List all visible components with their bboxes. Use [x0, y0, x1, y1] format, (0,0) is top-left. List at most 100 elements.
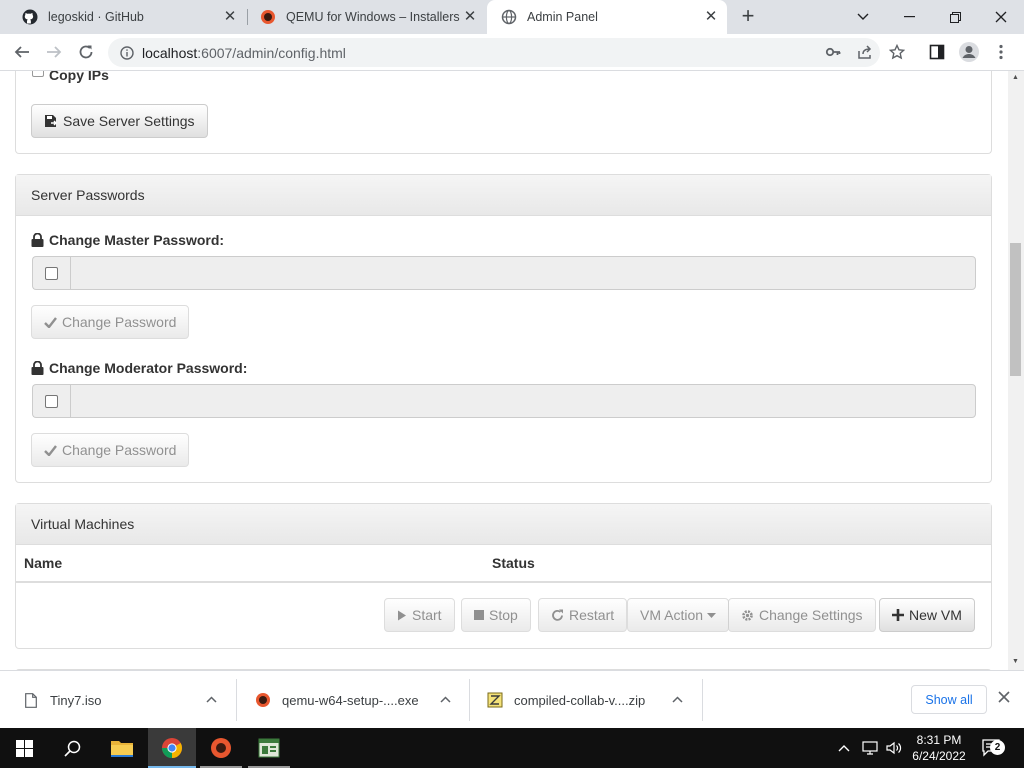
download-item[interactable]: Tiny7.iso: [22, 679, 232, 721]
column-header-name[interactable]: Name: [24, 555, 62, 571]
browser-toolbar: localhost:6007/admin/config.html: [0, 34, 1024, 71]
moderator-password-field[interactable]: [70, 384, 976, 418]
scroll-up-icon[interactable]: ▲: [1012, 74, 1019, 81]
save-server-settings-button[interactable]: Save Server Settings: [31, 104, 208, 138]
tab-search-icon[interactable]: [840, 0, 886, 34]
close-tab-icon[interactable]: ✕: [462, 9, 478, 25]
virtual-machines-panel: Virtual Machines Name Status Start Stop …: [15, 503, 992, 649]
bookmark-star-icon[interactable]: [884, 39, 910, 65]
new-vm-button[interactable]: New VM: [879, 598, 975, 632]
scroll-down-icon[interactable]: ▼: [1012, 658, 1019, 665]
download-item[interactable]: qemu-w64-setup-....exe: [254, 679, 464, 721]
forward-icon[interactable]: [41, 39, 67, 65]
minimize-icon[interactable]: [886, 0, 932, 34]
tab-admin-panel[interactable]: Admin Panel ✕: [487, 0, 727, 34]
vm-action-label: VM Action: [640, 607, 704, 623]
change-password-label: Change Password: [62, 442, 177, 458]
show-all-downloads-button[interactable]: Show all: [911, 685, 987, 714]
downloads-bar: Tiny7.iso qemu-w64-setup-....exe compile…: [0, 670, 1024, 728]
close-tab-icon[interactable]: ✕: [703, 9, 719, 25]
qemu-icon: [254, 692, 272, 708]
search-icon[interactable]: [48, 728, 96, 768]
change-settings-label: Change Settings: [759, 607, 863, 623]
windows-start-icon[interactable]: [0, 728, 48, 768]
clock-date: 6/24/2022: [912, 749, 966, 763]
start-label: Start: [412, 607, 442, 623]
file-explorer-icon[interactable]: [98, 728, 146, 768]
close-downloads-icon[interactable]: [998, 690, 1010, 708]
master-password-label-row: Change Master Password:: [31, 232, 224, 248]
address-bar[interactable]: localhost:6007/admin/config.html: [108, 38, 880, 67]
master-password-enable[interactable]: [32, 256, 70, 290]
show-hidden-icons-icon[interactable]: [838, 728, 850, 768]
page-viewport: Copy IPs Save Server Settings Server Pas…: [0, 71, 1008, 670]
share-icon[interactable]: [852, 39, 878, 65]
volume-icon[interactable]: [886, 728, 902, 768]
chevron-up-icon[interactable]: [206, 692, 217, 706]
page-scrollbar[interactable]: ▲ ▼: [1008, 71, 1024, 670]
moderator-password-enable[interactable]: [32, 384, 70, 418]
chevron-up-icon[interactable]: [440, 692, 451, 706]
moderator-password-checkbox[interactable]: [45, 394, 58, 408]
master-password-field[interactable]: [70, 256, 976, 290]
notification-count-badge: 2: [990, 740, 1005, 755]
new-tab-icon[interactable]: +: [738, 5, 758, 27]
save-file-icon: [44, 114, 58, 128]
master-password-checkbox[interactable]: [45, 266, 58, 280]
server-settings-panel: Copy IPs Save Server Settings: [15, 71, 992, 154]
zip-archive-icon: [486, 692, 504, 708]
notification-center-icon[interactable]: 2: [982, 728, 1005, 768]
clock-time: 8:31 PM: [916, 733, 962, 747]
tab-qemu[interactable]: QEMU for Windows – Installers (6 ✕: [246, 0, 486, 34]
column-header-status[interactable]: Status: [492, 555, 535, 571]
download-filename: qemu-w64-setup-....exe: [282, 692, 419, 708]
vm-action-dropdown[interactable]: VM Action: [627, 598, 730, 632]
stop-vm-button[interactable]: Stop: [461, 598, 531, 632]
restart-label: Restart: [569, 607, 615, 623]
qemu-icon[interactable]: [197, 728, 245, 768]
plus-icon: [892, 609, 904, 621]
restart-vm-button[interactable]: Restart: [538, 598, 628, 632]
chevron-up-icon[interactable]: [672, 692, 683, 706]
download-filename: compiled-collab-v....zip: [514, 692, 646, 708]
save-server-settings-label: Save Server Settings: [63, 113, 195, 129]
table-header-divider: [16, 581, 991, 583]
taskbar-clock[interactable]: 8:31 PM 6/24/2022: [906, 732, 972, 764]
download-divider: [236, 679, 237, 721]
url-path: :6007/admin/config.html: [197, 44, 346, 61]
change-master-password-button[interactable]: Change Password: [31, 305, 190, 339]
globe-icon: [501, 9, 517, 25]
menu-kebab-icon[interactable]: [988, 39, 1014, 65]
close-tab-icon[interactable]: ✕: [222, 9, 238, 25]
close-window-icon[interactable]: [978, 0, 1024, 34]
start-vm-button[interactable]: Start: [384, 598, 455, 632]
side-panel-icon[interactable]: [924, 39, 950, 65]
info-icon[interactable]: [120, 45, 134, 60]
restore-icon[interactable]: [932, 0, 978, 34]
profile-avatar-icon[interactable]: [956, 39, 982, 65]
key-icon[interactable]: [820, 39, 846, 65]
github-icon: [22, 9, 38, 25]
title-bar: legoskid · GitHub ✕ QEMU for Windows – I…: [0, 0, 1024, 34]
back-icon[interactable]: [9, 39, 35, 65]
network-icon[interactable]: [862, 728, 878, 768]
download-filename: Tiny7.iso: [50, 692, 102, 708]
scrollbar-thumb[interactable]: [1010, 243, 1021, 376]
lock-icon: [31, 361, 44, 375]
copy-ips-checkbox[interactable]: [32, 71, 44, 77]
tab-github[interactable]: legoskid · GitHub ✕: [8, 0, 246, 34]
master-password-input-group: [32, 256, 976, 290]
change-moderator-password-button[interactable]: Change Password: [31, 433, 190, 467]
refresh-icon: [551, 609, 564, 622]
download-item[interactable]: compiled-collab-v....zip: [486, 679, 696, 721]
windows-taskbar: 8:31 PM 6/24/2022 2: [0, 728, 1024, 768]
chrome-icon[interactable]: [148, 728, 196, 768]
change-settings-button[interactable]: Change Settings: [728, 598, 876, 632]
reload-icon[interactable]: [73, 39, 99, 65]
copy-ips-option[interactable]: Copy IPs: [32, 71, 109, 83]
copy-ips-label: Copy IPs: [49, 71, 109, 83]
change-password-label: Change Password: [62, 314, 177, 330]
stop-icon: [474, 610, 484, 620]
app-window-icon[interactable]: [245, 728, 293, 768]
panel-heading: Virtual Machines: [16, 504, 991, 545]
